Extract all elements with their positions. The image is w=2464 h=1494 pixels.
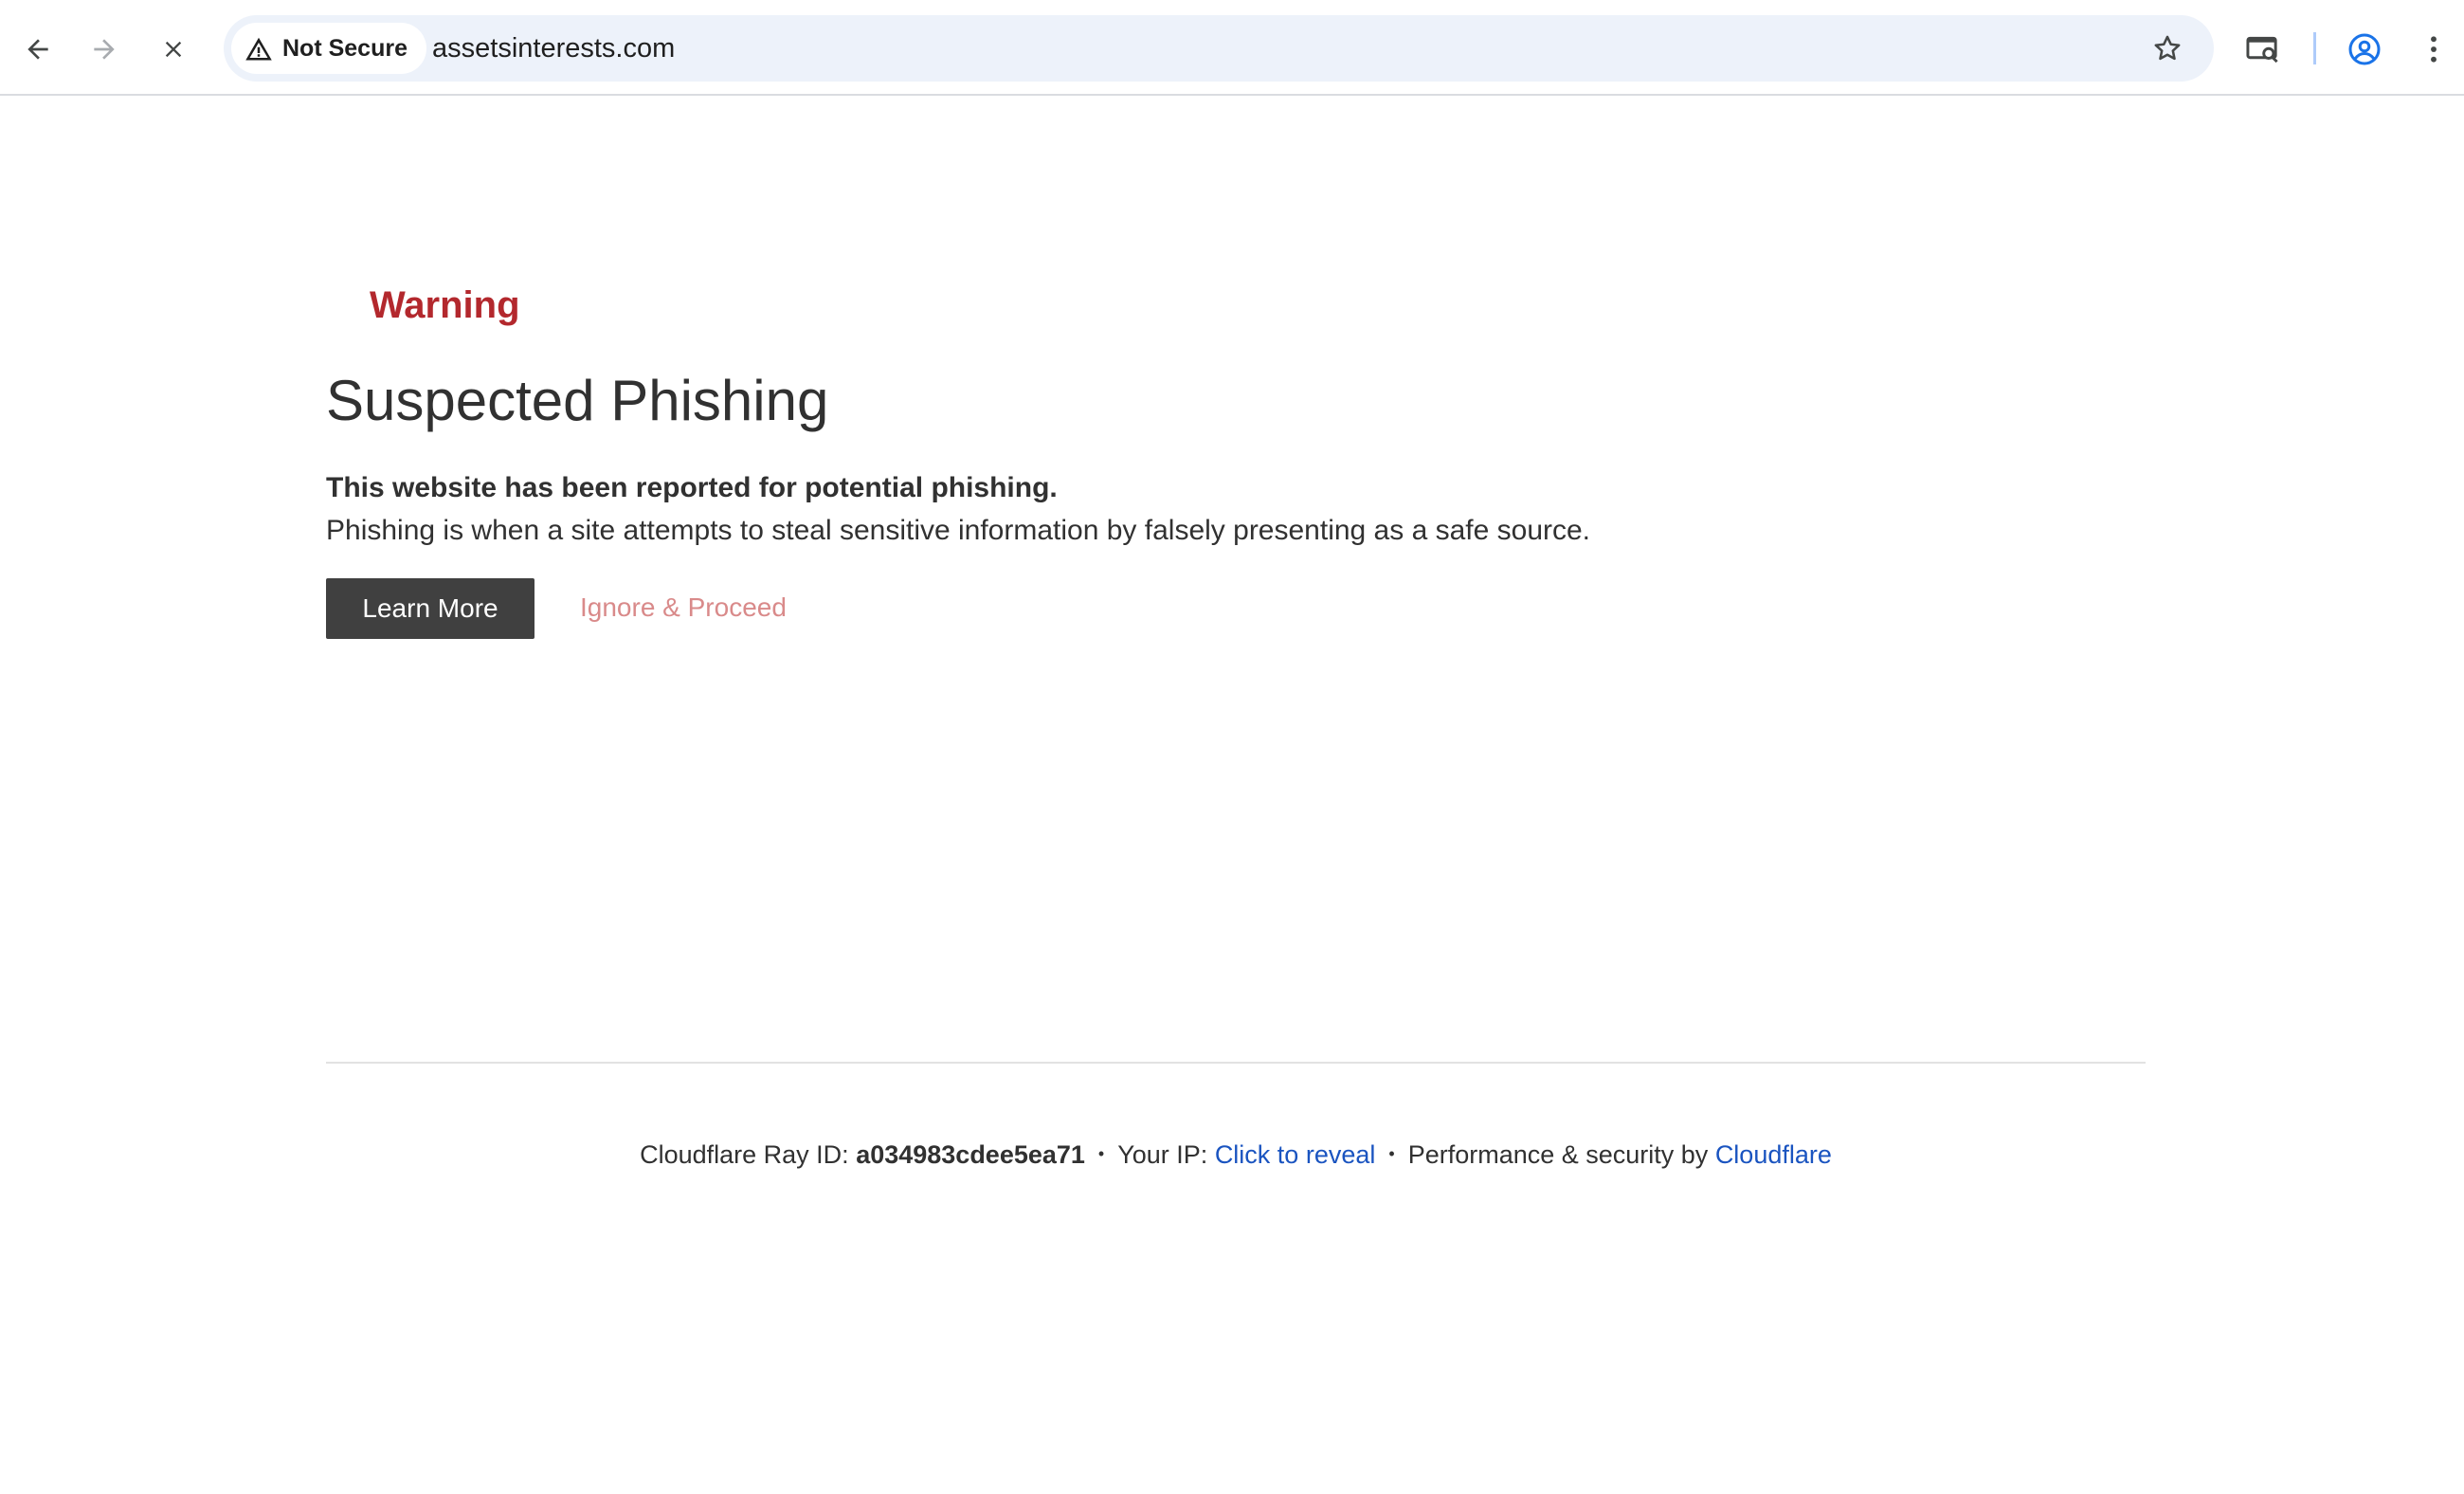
ignore-proceed-link[interactable]: Ignore & Proceed	[580, 592, 787, 623]
vertical-dots-icon	[2431, 36, 2437, 63]
page-title: Suspected Phishing	[326, 369, 829, 432]
profile-button[interactable]	[2336, 21, 2393, 78]
forward-arrow-icon	[94, 39, 115, 60]
bookmark-button[interactable]	[2144, 25, 2191, 72]
ray-id-label: Cloudflare Ray ID:	[640, 1140, 857, 1169]
footer-separator: •	[1388, 1144, 1395, 1164]
learn-more-button[interactable]: Learn More	[326, 578, 534, 639]
close-icon	[165, 41, 182, 58]
browser-toolbar: Not Secure assetsinterests.com	[0, 0, 2464, 96]
footer-divider	[326, 1062, 2146, 1064]
warning-subheading: This website has been reported for poten…	[326, 472, 1058, 503]
address-bar[interactable]: Not Secure assetsinterests.com	[224, 15, 2214, 82]
back-arrow-icon	[27, 39, 48, 60]
page-search-button[interactable]	[2235, 21, 2292, 78]
warning-description: Phishing is when a site attempts to stea…	[326, 515, 1591, 546]
footer: Cloudflare Ray ID: a034983cdee5ea71 • Your…	[326, 1140, 2146, 1170]
toolbar-divider	[2313, 32, 2316, 64]
url-text[interactable]: assetsinterests.com	[432, 15, 675, 82]
stop-loading-button[interactable]	[145, 21, 202, 78]
back-button[interactable]	[9, 21, 66, 78]
warning-label: Warning	[370, 284, 520, 326]
page-search-icon	[2246, 36, 2278, 64]
forward-button[interactable]	[76, 21, 133, 78]
performance-label: Performance & security by	[1407, 1140, 1715, 1169]
profile-icon	[2348, 33, 2381, 65]
reveal-ip-link[interactable]: Click to reveal	[1215, 1140, 1376, 1169]
ip-label: Your IP:	[1117, 1140, 1215, 1169]
warning-triangle-icon	[245, 37, 272, 61]
security-chip[interactable]: Not Secure	[231, 23, 426, 74]
cloudflare-link[interactable]: Cloudflare	[1715, 1140, 1832, 1169]
security-chip-label: Not Secure	[282, 34, 408, 62]
footer-separator: •	[1097, 1144, 1105, 1164]
star-icon	[2154, 35, 2181, 61]
ray-id-value: a034983cdee5ea71	[856, 1140, 1085, 1169]
menu-button[interactable]	[2405, 21, 2462, 78]
